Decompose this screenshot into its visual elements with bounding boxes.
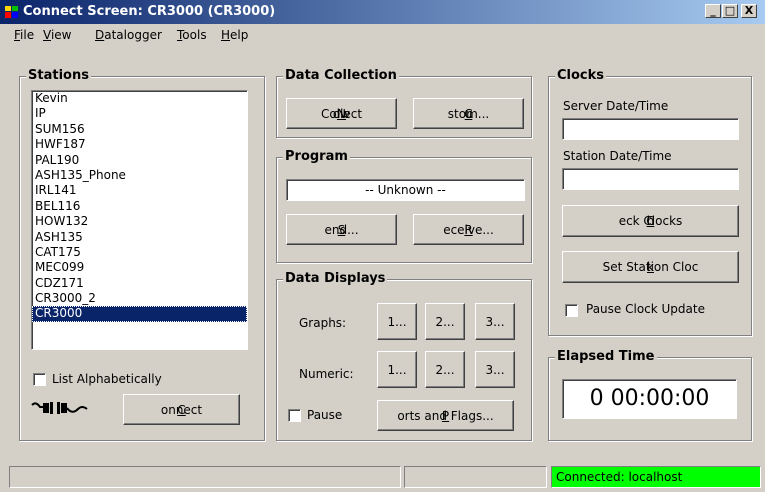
list-item[interactable]: Kevin — [32, 91, 247, 106]
title-bar: Connect Screen: CR3000 (CR3000) _ □ X — [0, 0, 765, 24]
graph-3-button[interactable]: 3... — [475, 303, 515, 340]
graph-2-button[interactable]: 2... — [425, 303, 465, 340]
list-alphabetically-checkbox[interactable] — [33, 373, 46, 386]
server-datetime-field — [562, 118, 739, 140]
connection-status: Connected: localhost — [551, 466, 761, 488]
program-title: Program — [283, 149, 350, 164]
pause-checkbox[interactable] — [288, 409, 301, 422]
status-pane-1 — [9, 466, 401, 488]
station-datetime-field — [562, 168, 739, 190]
app-icon — [5, 6, 18, 18]
list-item[interactable]: HWF187 — [32, 137, 247, 152]
stations-list[interactable]: Kevin IP SUM156 HWF187 PAL190 ASH135_Pho… — [31, 90, 248, 350]
close-button[interactable]: X — [741, 4, 757, 18]
list-item[interactable]: PAL190 — [32, 153, 247, 168]
list-item[interactable]: CDZ171 — [32, 276, 247, 291]
clocks-title: Clocks — [555, 68, 607, 83]
numeric-1-button[interactable]: 1... — [377, 351, 417, 388]
list-item[interactable]: ASH135 — [32, 230, 247, 245]
list-item-selected[interactable]: CR3000 — [32, 306, 247, 322]
connect-button[interactable]: Connect — [123, 394, 240, 425]
cable-plug-icon — [31, 402, 88, 414]
receive-button[interactable]: Receive... — [413, 214, 524, 245]
set-station-clock-button[interactable]: Set Station Cloc k — [562, 251, 739, 283]
custom-button[interactable]: Cu stom... — [413, 98, 524, 129]
list-item[interactable]: ASH135_Phone — [32, 168, 247, 183]
data-displays-title: Data Displays — [283, 271, 388, 286]
check-clocks-button[interactable]: Ch eck Clocks — [562, 205, 739, 237]
server-datetime-label: Server Date/Time — [563, 99, 669, 113]
menu-help[interactable]: Help — [221, 28, 248, 42]
list-item[interactable]: MEC099 — [32, 260, 247, 275]
ports-and-flags-button[interactable]: Ports and Flags... — [377, 400, 514, 431]
numeric-2-button[interactable]: 2... — [425, 351, 465, 388]
menu-bar: File View Datalogger Tools Help — [0, 24, 765, 46]
list-item[interactable]: BEL116 — [32, 199, 247, 214]
graph-1-button[interactable]: 1... — [377, 303, 417, 340]
list-item[interactable]: IRL141 — [32, 183, 247, 198]
menu-datalogger[interactable]: Datalogger — [95, 28, 162, 42]
menu-file[interactable]: File — [14, 28, 34, 42]
menu-tools[interactable]: Tools — [177, 28, 207, 42]
elapsed-time-display: 0 00:00:00 — [562, 379, 737, 419]
list-alphabetically-label: List Alphabetically — [52, 372, 162, 386]
list-item[interactable]: CAT175 — [32, 245, 247, 260]
program-group: Program — [276, 149, 532, 263]
send-button[interactable]: Send... — [286, 214, 397, 245]
status-pane-2 — [404, 466, 547, 488]
graphs-label: Graphs: — [299, 316, 347, 330]
pause-label: Pause — [307, 408, 343, 422]
list-item[interactable]: IP — [32, 106, 247, 121]
station-datetime-label: Station Date/Time — [563, 149, 672, 163]
pause-clock-update-checkbox[interactable] — [565, 304, 578, 317]
program-name-field: -- Unknown -- — [286, 179, 525, 201]
data-collection-title: Data Collection — [283, 68, 399, 83]
stations-title: Stations — [26, 68, 91, 83]
list-item[interactable]: HOW132 — [32, 214, 247, 229]
numeric-label: Numeric: — [299, 367, 354, 381]
elapsed-time-title: Elapsed Time — [555, 349, 657, 364]
maximize-button[interactable]: □ — [722, 4, 738, 18]
pause-clock-update-label: Pause Clock Update — [586, 302, 705, 316]
collect-now-button[interactable]: Collect Now — [286, 98, 397, 129]
minimize-button[interactable]: _ — [705, 4, 721, 18]
list-item[interactable]: SUM156 — [32, 122, 247, 137]
list-item[interactable]: CR3000_2 — [32, 291, 247, 306]
menu-view[interactable]: View — [43, 28, 71, 42]
numeric-3-button[interactable]: 3... — [475, 351, 515, 388]
window-title: Connect Screen: CR3000 (CR3000) — [23, 4, 276, 19]
